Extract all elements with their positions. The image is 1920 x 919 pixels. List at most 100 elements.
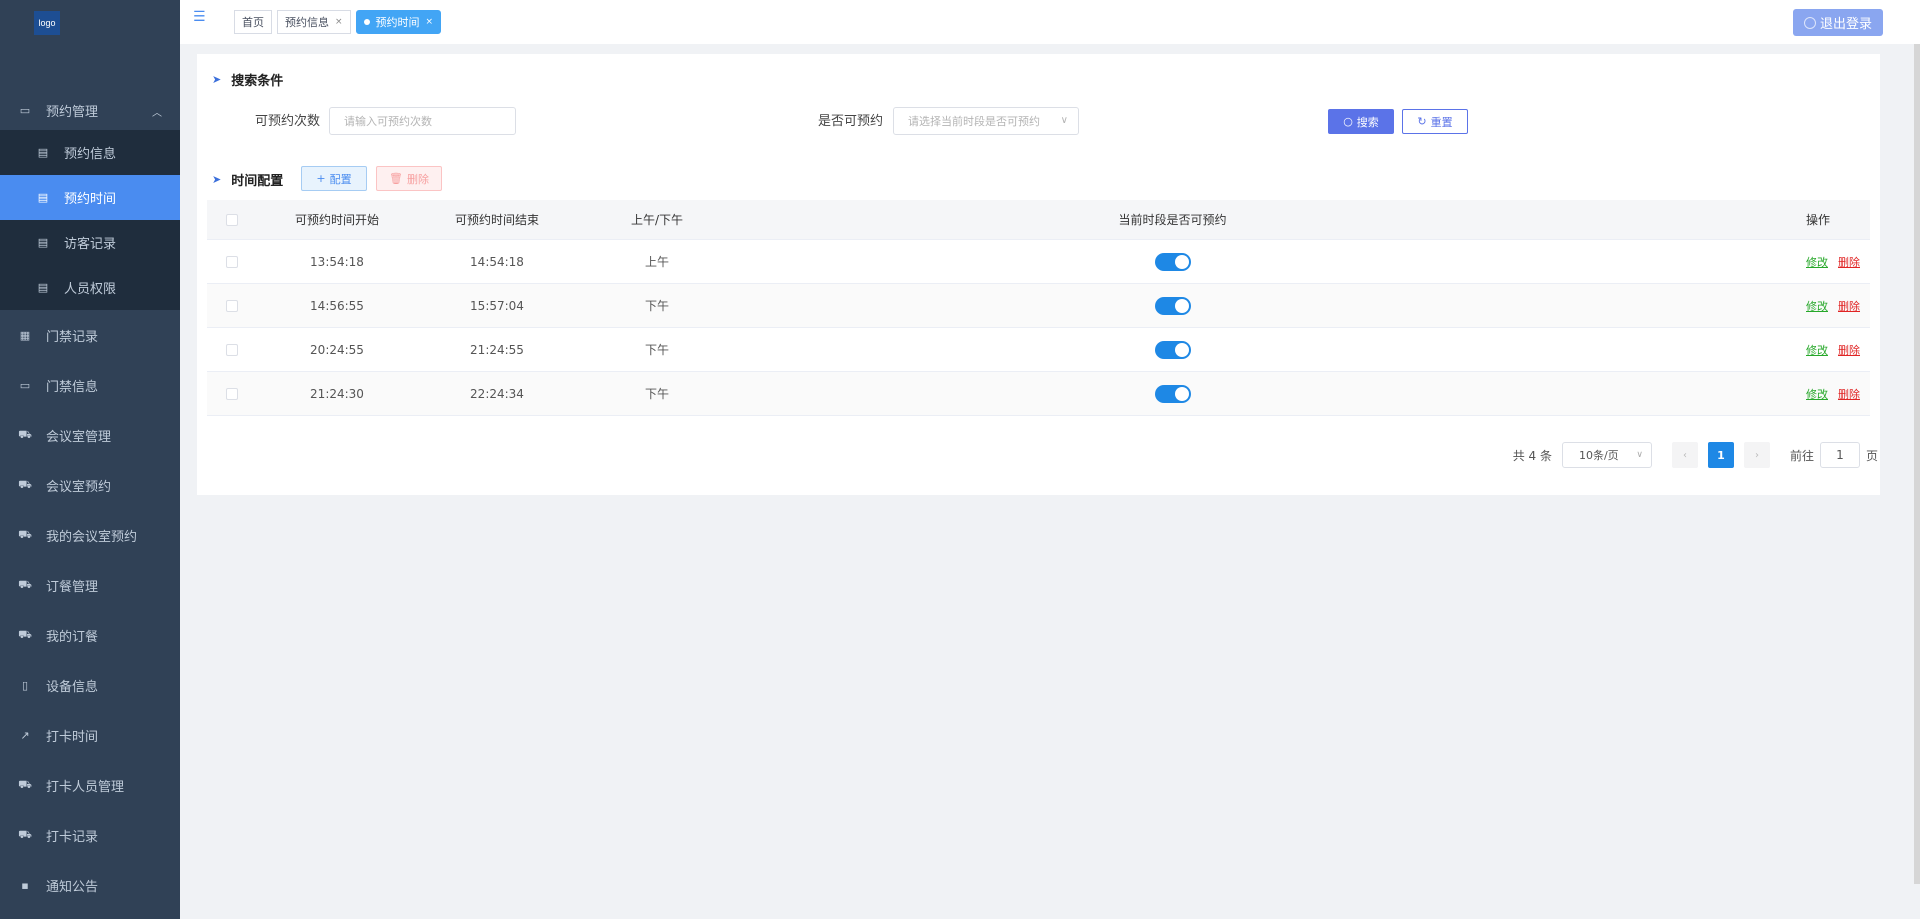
- menu-toggle-icon[interactable]: ☰: [193, 10, 209, 24]
- sidebar-item-label: 我的会议室预约: [46, 529, 138, 545]
- car-icon: ⛟: [18, 627, 32, 641]
- row-checkbox[interactable]: [226, 387, 238, 400]
- sidebar: logo ▭ 预约管理 ︿ ▤ 预约信息 ▤ 预约时间 ▤ 访客记录 ▤ 人员权…: [0, 0, 180, 919]
- sidebar-item-clock-time[interactable]: ↗ 打卡时间: [0, 710, 180, 760]
- phone-icon: ▯: [21, 678, 29, 692]
- sidebar-item-access-records[interactable]: ▦ 门禁记录: [0, 310, 180, 360]
- add-config-label: 配置: [329, 172, 352, 186]
- external-link-icon: ↗: [20, 728, 30, 742]
- row-checkbox[interactable]: [226, 255, 238, 268]
- ampm-cell: 上午: [644, 255, 669, 269]
- sidebar-group-reservation[interactable]: ▭ 预约管理 ︿: [0, 90, 180, 130]
- car-icon: ⛟: [18, 527, 32, 541]
- sidebar-item-clock-records[interactable]: ⛟ 打卡记录: [0, 810, 180, 860]
- car-icon: ⛟: [18, 777, 32, 791]
- main-panel: ➤ 搜索条件 可预约次数 请输入可预约次数 是否可预约 请选择当前时段是否可预约…: [197, 54, 1880, 495]
- sidebar-item-reservation-info[interactable]: ▤ 预约信息: [0, 130, 180, 175]
- sidebar-item-label: 我的订餐: [46, 629, 99, 645]
- sidebar-item-my-meeting-booking[interactable]: ⛟ 我的会议室预约: [0, 510, 180, 560]
- sidebar-item-meal-manage[interactable]: ⛟ 订餐管理: [0, 560, 180, 610]
- delete-link[interactable]: 删除: [1838, 254, 1860, 270]
- goto-page-input[interactable]: 1: [1819, 442, 1860, 468]
- logout-button[interactable]: 退出登录: [1793, 9, 1883, 36]
- sidebar-item-label: 门禁信息: [46, 379, 99, 395]
- vertical-scrollbar[interactable]: [1914, 44, 1920, 884]
- tag-home[interactable]: 首页: [234, 10, 272, 34]
- refresh-icon: ↻: [1417, 115, 1427, 128]
- car-icon: ⛟: [18, 577, 32, 591]
- availability-toggle[interactable]: [1154, 296, 1191, 315]
- page-number-current[interactable]: 1: [1707, 442, 1734, 468]
- sidebar-item-visitor-records[interactable]: ▤ 访客记录: [0, 220, 180, 265]
- edit-link[interactable]: 修改: [1806, 298, 1828, 314]
- column-header: 可预约时间开始: [294, 213, 379, 227]
- sidebar-submenu: ▤ 预约信息 ▤ 预约时间 ▤ 访客记录 ▤ 人员权限: [0, 130, 180, 310]
- plus-icon: +: [316, 172, 326, 185]
- availability-cell: [737, 384, 1608, 403]
- add-config-button[interactable]: + 配置: [301, 166, 367, 191]
- delete-config-label: 删除: [406, 172, 429, 186]
- availability-toggle[interactable]: [1154, 252, 1191, 271]
- row-checkbox[interactable]: [226, 299, 238, 312]
- reset-button[interactable]: ↻ 重置: [1402, 109, 1468, 134]
- sidebar-item-device-info[interactable]: ▯ 设备信息: [0, 660, 180, 710]
- power-icon: [1803, 16, 1816, 29]
- sidebar-item-label: 预约信息: [64, 147, 117, 162]
- tag-label: 预约信息: [285, 16, 329, 29]
- sidebar-item-reservation-time[interactable]: ▤ 预约时间: [0, 175, 180, 220]
- sidebar-item-clock-staff[interactable]: ⛟ 打卡人员管理: [0, 760, 180, 810]
- end-time-cell: 15:57:04: [470, 298, 524, 313]
- table-row: 21:24:30 22:24:34 下午 修改 删除: [207, 372, 1870, 416]
- sidebar-item-label: 会议室预约: [46, 479, 112, 495]
- delete-link[interactable]: 删除: [1838, 342, 1860, 358]
- calendar-icon: ▤: [37, 236, 49, 249]
- sidebar-item-label: 打卡人员管理: [46, 779, 125, 795]
- prev-page-button[interactable]: ‹: [1671, 442, 1698, 468]
- tag-reservation-time[interactable]: 预约时间 ×: [355, 10, 442, 34]
- trash-icon: 🗑: [389, 172, 403, 185]
- edit-link[interactable]: 修改: [1806, 342, 1828, 358]
- reset-button-label: 重置: [1430, 115, 1453, 129]
- delete-link[interactable]: 删除: [1838, 386, 1860, 402]
- delete-link[interactable]: 删除: [1838, 298, 1860, 314]
- page-size-select[interactable]: 10条/页 ∨: [1561, 442, 1652, 468]
- search-button-label: 搜索: [1356, 115, 1379, 129]
- availability-toggle[interactable]: [1154, 384, 1191, 403]
- sidebar-item-permissions[interactable]: ▤ 人员权限: [0, 265, 180, 310]
- sidebar-item-label: 会议室管理: [46, 429, 112, 445]
- car-icon: ⛟: [18, 827, 32, 841]
- calendar-icon: ▤: [37, 281, 49, 294]
- count-label: 可预约次数: [255, 114, 321, 129]
- pagination: 共 4 条 10条/页 ∨ ‹ 1 › 前往 1 页: [1513, 442, 1878, 468]
- availability-cell: [737, 340, 1608, 359]
- logout-label: 退出登录: [1819, 17, 1872, 32]
- sidebar-item-label: 打卡记录: [46, 829, 99, 845]
- row-checkbox[interactable]: [226, 343, 238, 356]
- tag-reservation-info[interactable]: 预约信息 ×: [277, 10, 351, 34]
- chevron-down-icon: ∨: [1060, 115, 1068, 126]
- sidebar-item-my-meals[interactable]: ⛟ 我的订餐: [0, 610, 180, 660]
- end-time-cell: 14:54:18: [470, 254, 524, 269]
- sidebar-item-notices[interactable]: ▪ 通知公告: [0, 860, 180, 910]
- sidebar-item-meeting-room-manage[interactable]: ⛟ 会议室管理: [0, 410, 180, 460]
- delete-config-button[interactable]: 🗑 删除: [376, 166, 442, 191]
- sidebar-item-label: 设备信息: [46, 679, 99, 695]
- search-button[interactable]: ○ 搜索: [1328, 109, 1394, 134]
- window-icon: ▭: [19, 103, 31, 117]
- availability-cell: [737, 252, 1608, 271]
- grid-icon: ▦: [19, 328, 31, 342]
- next-page-button[interactable]: ›: [1743, 442, 1770, 468]
- availability-toggle[interactable]: [1154, 340, 1191, 359]
- sidebar-item-access-info[interactable]: ▭ 门禁信息: [0, 360, 180, 410]
- chevron-up-icon: ︿: [152, 108, 162, 119]
- sidebar-item-meeting-room-booking[interactable]: ⛟ 会议室预约: [0, 460, 180, 510]
- select-all-checkbox[interactable]: [226, 213, 238, 226]
- edit-link[interactable]: 修改: [1806, 254, 1828, 270]
- availability-select[interactable]: 请选择当前时段是否可预约 ∨: [893, 107, 1079, 135]
- edit-link[interactable]: 修改: [1806, 386, 1828, 402]
- sidebar-item-label: 人员权限: [64, 282, 117, 297]
- close-icon[interactable]: ×: [335, 17, 343, 27]
- count-input[interactable]: 请输入可预约次数: [329, 107, 516, 135]
- time-config-table: 可预约时间开始 可预约时间结束 上午/下午 当前时段是否可预约 操作 13:54…: [207, 200, 1870, 416]
- close-icon[interactable]: ×: [426, 17, 434, 27]
